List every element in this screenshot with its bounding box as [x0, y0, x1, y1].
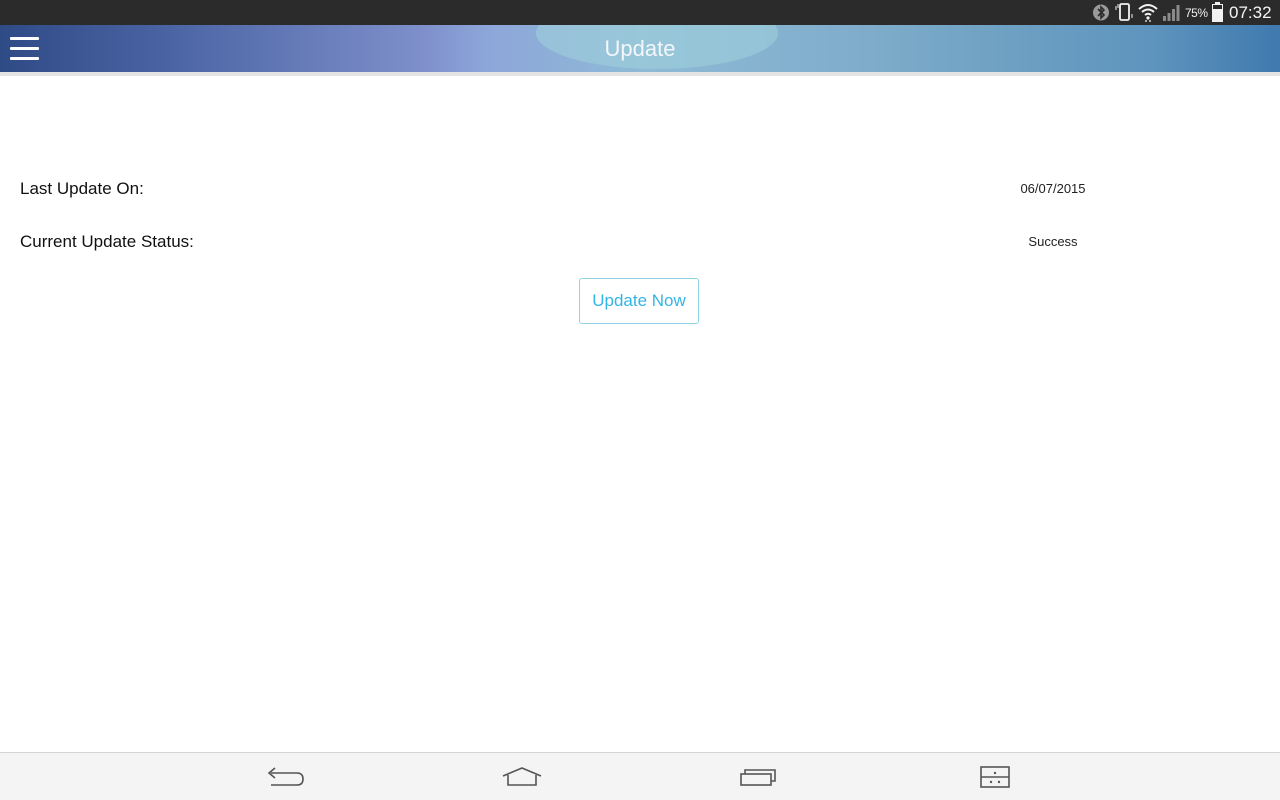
status-clock: 07:32 [1229, 3, 1272, 22]
update-now-button[interactable]: Update Now [579, 278, 699, 324]
home-icon[interactable] [500, 763, 544, 791]
recent-apps-icon[interactable] [736, 763, 780, 791]
navigation-bar [0, 752, 1280, 800]
page-title: Update [604, 36, 676, 61]
battery-percent: 75% [1185, 6, 1208, 20]
last-update-value: 06/07/2015 [1020, 181, 1086, 196]
update-status-label: Current Update Status: [20, 232, 194, 251]
battery-icon [1212, 2, 1223, 22]
wifi-icon [1138, 4, 1158, 22]
screen: 75% 07:32 Update Last Update On: 06/07/2… [0, 0, 1280, 800]
status-bar: 75% 07:32 [0, 0, 1280, 25]
dual-window-icon[interactable] [973, 763, 1017, 791]
bluetooth-icon [1093, 4, 1109, 21]
signal-icon [1163, 5, 1180, 21]
update-status-value: Success [1028, 234, 1078, 249]
back-icon[interactable] [263, 763, 307, 791]
vibrate-icon [1115, 3, 1133, 21]
last-update-label: Last Update On: [20, 179, 144, 198]
header-divider [0, 72, 1280, 76]
app-header: Update [0, 25, 1280, 72]
